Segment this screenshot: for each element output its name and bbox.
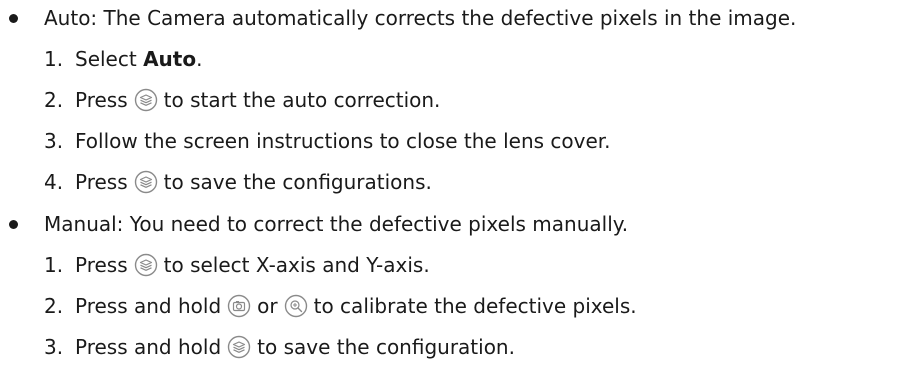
- layers-button-icon: [227, 335, 251, 359]
- step-text-mid: or: [257, 294, 278, 318]
- step-text: Press to start the auto correction.: [75, 85, 440, 115]
- manual-step-3: 3. Press and hold to save the configurati…: [0, 332, 913, 362]
- layers-button-icon: [134, 253, 158, 277]
- step-text: Press and hold to save the configuration.: [75, 332, 515, 362]
- step-number: 4.: [44, 170, 64, 194]
- step-text-post: .: [196, 47, 203, 71]
- layers-button-icon: [134, 88, 158, 112]
- step-text-bold: Auto: [143, 47, 197, 71]
- step-text: Select Auto.: [75, 44, 202, 74]
- step-number: 2.: [44, 88, 64, 112]
- auto-step-1: 1. Select Auto.: [0, 44, 913, 74]
- step-text-pre: Press and hold: [75, 294, 222, 318]
- manual-step-1: 1. Press to select X-axis and Y-axis.: [0, 250, 913, 280]
- zoom-button-icon: [284, 294, 308, 318]
- auto-step-2: 2. Press to start the auto correction.: [0, 85, 913, 115]
- manual-step-2: 2. Press and hold or to calibrate the defe…: [0, 291, 913, 321]
- bullet-dot: [9, 14, 18, 23]
- auto-step-3: 3. Follow the screen instructions to clo…: [0, 126, 913, 156]
- step-text: Press to select X-axis and Y-axis.: [75, 250, 430, 280]
- manual-bullet-text: Manual: You need to correct the defectiv…: [44, 212, 629, 236]
- step-number: 2.: [44, 294, 64, 318]
- step-text-pre: Press: [75, 170, 128, 194]
- step-text-pre: Press and hold: [75, 335, 222, 359]
- step-number: 3.: [44, 129, 64, 153]
- auto-bullet-text: Auto: The Camera automatically corrects …: [44, 6, 797, 30]
- step-text-post: to start the auto correction.: [163, 88, 441, 112]
- auto-bullet-item: Auto: The Camera automatically corrects …: [0, 3, 913, 33]
- step-text: Follow the screen instructions to close …: [75, 129, 611, 153]
- auto-step-4: 4. Press to save the configurations.: [0, 167, 913, 197]
- step-text-post: to select X-axis and Y-axis.: [163, 253, 430, 277]
- camera-button-icon: [227, 294, 251, 318]
- layers-button-icon: [134, 170, 158, 194]
- step-text-pre: Press: [75, 88, 128, 112]
- step-text-post: to calibrate the defective pixels.: [313, 294, 637, 318]
- manual-bullet-item: Manual: You need to correct the defectiv…: [0, 209, 913, 239]
- step-text-pre: Select: [75, 47, 144, 71]
- step-number: 1.: [44, 47, 64, 71]
- step-text-post: to save the configuration.: [257, 335, 515, 359]
- bullet-dot: [9, 220, 18, 229]
- step-text: Press to save the configurations.: [75, 167, 432, 197]
- step-number: 3.: [44, 335, 64, 359]
- step-text-post: to save the configurations.: [163, 170, 432, 194]
- step-number: 1.: [44, 253, 64, 277]
- step-text-pre: Press: [75, 253, 128, 277]
- step-text: Press and hold or to calibrate the defecti…: [75, 291, 637, 321]
